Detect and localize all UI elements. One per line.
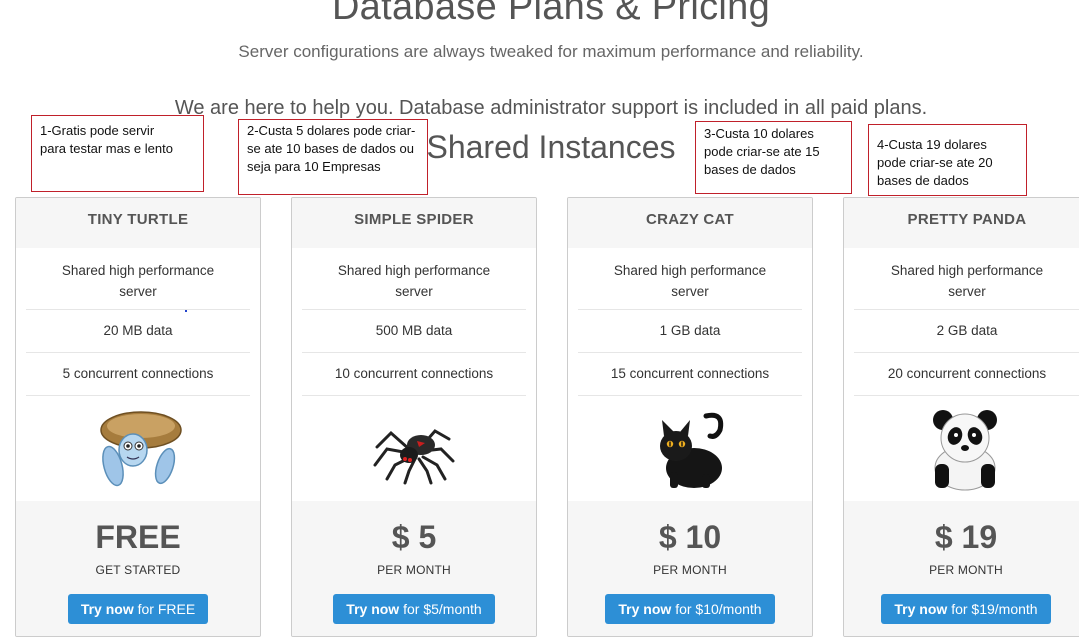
page-title: Database Plans & Pricing — [331, 0, 771, 28]
stray-dot — [185, 310, 187, 312]
plan-feature-connections: 10 concurrent connections — [302, 353, 526, 396]
plan-price-box: $ 5 PER MONTH Try now for $5/month — [292, 501, 536, 636]
plan-name: SIMPLE SPIDER — [292, 198, 536, 248]
spider-icon — [292, 396, 536, 502]
plan-feature-server: Shared high performance server — [854, 248, 1079, 310]
annotation-note-4: 4-Custa 19 dolares pode criar-se ate 20 … — [868, 124, 1027, 196]
plan-period: GET STARTED — [95, 563, 181, 577]
plan-feature-server: Shared high performance server — [26, 248, 250, 310]
plan-feature-data: 1 GB data — [578, 310, 802, 353]
button-label-rest: for FREE — [137, 601, 196, 617]
annotation-note-1: 1-Gratis pode servir para testar mas e l… — [31, 115, 204, 192]
annotation-note-3: 3-Custa 10 dolares pode criar-se ate 15 … — [695, 121, 852, 194]
plan-name: PRETTY PANDA — [844, 198, 1079, 248]
plan-price-box: $ 19 PER MONTH Try now for $19/month — [844, 501, 1079, 636]
page-subtitle: Server configurations are always tweaked… — [238, 42, 864, 61]
plan-feature-data: 2 GB data — [854, 310, 1079, 353]
button-label-rest: for $10/month — [675, 601, 762, 617]
plan-period: PER MONTH — [653, 563, 727, 577]
plan-price: $ 5 — [391, 519, 437, 555]
plan-price: $ 10 — [658, 519, 722, 555]
plan-period: PER MONTH — [929, 563, 1003, 577]
button-label-strong: Try now — [346, 601, 400, 617]
button-label-strong: Try now — [894, 601, 948, 617]
plan-card-tiny-turtle: TINY TURTLE Shared high performance serv… — [15, 197, 261, 637]
cat-icon — [568, 396, 812, 502]
plan-feature-data: 500 MB data — [302, 310, 526, 353]
try-now-button-10[interactable]: Try now for $10/month — [605, 594, 775, 624]
plan-feature-data: 20 MB data — [26, 310, 250, 353]
plan-name: TINY TURTLE — [16, 198, 260, 248]
plan-feature-connections: 15 concurrent connections — [578, 353, 802, 396]
plan-feature-connections: 20 concurrent connections — [854, 353, 1079, 396]
plan-feature-connections: 5 concurrent connections — [26, 353, 250, 396]
panda-icon — [844, 396, 1079, 502]
annotation-note-2: 2-Custa 5 dolares pode criar-se ate 10 b… — [238, 119, 428, 195]
button-label-rest: for $19/month — [951, 601, 1038, 617]
plan-card-pretty-panda: PRETTY PANDA Shared high performance ser… — [843, 197, 1079, 637]
plan-name: CRAZY CAT — [568, 198, 812, 248]
try-now-button-free[interactable]: Try now for FREE — [67, 594, 209, 624]
button-label-strong: Try now — [618, 601, 672, 617]
plan-price: FREE — [95, 519, 181, 555]
try-now-button-5[interactable]: Try now for $5/month — [333, 594, 495, 624]
plan-card-crazy-cat: CRAZY CAT Shared high performance server… — [567, 197, 813, 637]
plan-price-box: $ 10 PER MONTH Try now for $10/month — [568, 501, 812, 636]
plan-feature-server: Shared high performance server — [302, 248, 526, 310]
plan-period: PER MONTH — [377, 563, 451, 577]
plan-price-box: FREE GET STARTED Try now for FREE — [16, 501, 260, 636]
try-now-button-19[interactable]: Try now for $19/month — [881, 594, 1051, 624]
plan-price: $ 19 — [934, 519, 998, 555]
plan-card-simple-spider: SIMPLE SPIDER Shared high performance se… — [291, 197, 537, 637]
button-label-strong: Try now — [80, 601, 134, 617]
plan-feature-server: Shared high performance server — [578, 248, 802, 310]
button-label-rest: for $5/month — [403, 601, 482, 617]
turtle-icon — [16, 396, 260, 502]
